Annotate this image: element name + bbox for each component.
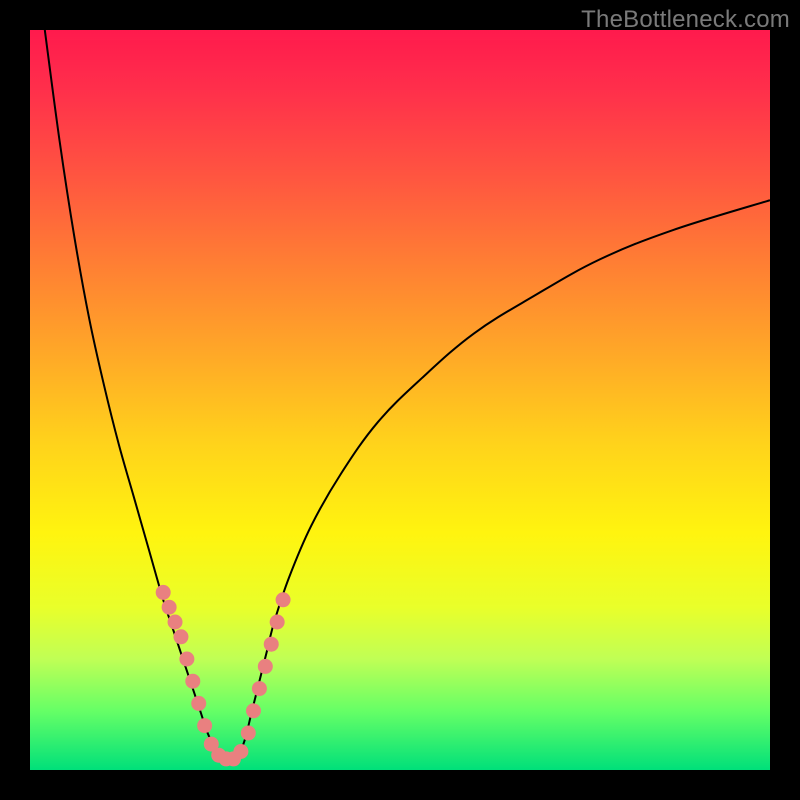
- watermark-text: TheBottleneck.com: [581, 6, 790, 34]
- curve-right-curve: [237, 200, 770, 759]
- data-dot: [233, 744, 248, 759]
- data-dot: [162, 600, 177, 615]
- data-dot: [270, 615, 285, 630]
- plot-area: [30, 30, 770, 770]
- data-dot: [264, 637, 279, 652]
- data-dot: [156, 585, 171, 600]
- data-dot: [246, 703, 261, 718]
- data-dot: [185, 674, 200, 689]
- curve-left-curve: [45, 30, 223, 759]
- data-dot: [241, 726, 256, 741]
- chart-svg: [30, 30, 770, 770]
- data-dot: [197, 718, 212, 733]
- data-dot: [179, 652, 194, 667]
- data-dot: [276, 592, 291, 607]
- data-dot: [258, 659, 273, 674]
- data-dot: [173, 629, 188, 644]
- data-dot: [252, 681, 267, 696]
- chart-frame: TheBottleneck.com: [0, 0, 800, 800]
- data-dot: [168, 615, 183, 630]
- data-dot: [191, 696, 206, 711]
